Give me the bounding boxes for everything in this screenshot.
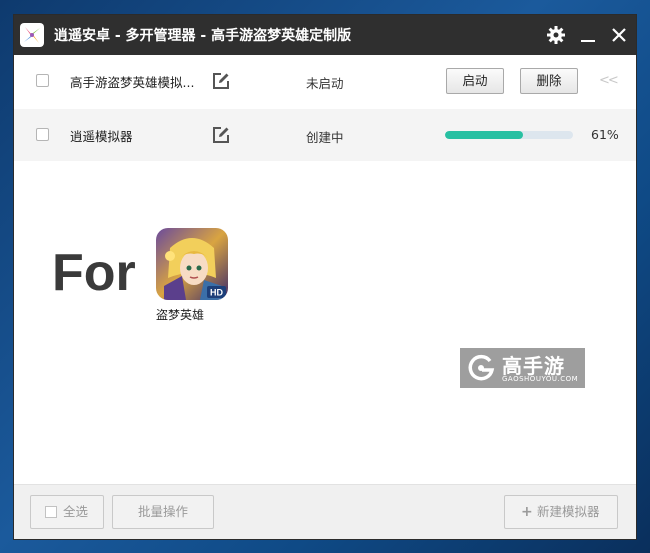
new-emulator-button[interactable]: + 新建模拟器 [504,495,618,529]
emulator-row: 高手游盗梦英雄模拟... 未启动 启动 删除 << [14,55,636,107]
app-logo-icon [20,23,44,47]
emulator-status: 创建中 [306,130,344,145]
delete-button[interactable]: 删除 [520,68,578,94]
new-emulator-label: 新建模拟器 [537,504,600,519]
window-title: 逍遥安卓 - 多开管理器 - 高手游盗梦英雄定制版 [54,28,352,44]
emulator-status: 未启动 [306,76,344,91]
emulator-name: 逍遥模拟器 [70,129,133,144]
row-checkbox[interactable] [36,74,49,87]
title-bar[interactable]: 逍遥安卓 - 多开管理器 - 高手游盗梦英雄定制版 [14,15,636,55]
edit-icon[interactable] [211,71,231,91]
row-checkbox[interactable] [36,128,49,141]
creation-progress-bar [445,131,573,139]
multi-instance-manager-window: 逍遥安卓 - 多开管理器 - 高手游盗梦英雄定制版 高手游盗梦英雄模拟... 未… [13,14,637,540]
collapse-chevron-icon[interactable]: << [599,73,619,88]
watermark-url: GAOSHOUYOU.COM [502,375,579,383]
settings-gear-icon[interactable] [544,23,568,47]
progress-fill [445,131,524,139]
start-button[interactable]: 启动 [446,68,504,94]
emulator-name: 高手游盗梦英雄模拟... [70,75,195,90]
batch-operation-button[interactable]: 批量操作 [112,495,214,529]
edit-icon[interactable] [211,125,231,145]
game-name: 盗梦英雄 [156,308,205,322]
select-all-label: 全选 [63,504,89,519]
gaoshouyou-watermark: 高手游 GAOSHOUYOU.COM [460,348,585,388]
minimize-icon[interactable] [576,23,600,47]
footer-bar: 全选 批量操作 + 新建模拟器 [14,484,636,539]
progress-percent: 61% [591,127,619,142]
select-all-checkbox[interactable] [45,506,57,518]
select-all-button[interactable]: 全选 [30,495,104,529]
plus-icon: + [521,504,533,520]
gaoshouyou-logo-icon [468,354,495,381]
emulator-row: 逍遥模拟器 创建中 61% [14,109,636,161]
for-label: For [52,244,136,302]
game-icon: HD [156,228,228,300]
close-icon[interactable] [607,23,631,47]
hd-badge: HD [210,288,223,298]
